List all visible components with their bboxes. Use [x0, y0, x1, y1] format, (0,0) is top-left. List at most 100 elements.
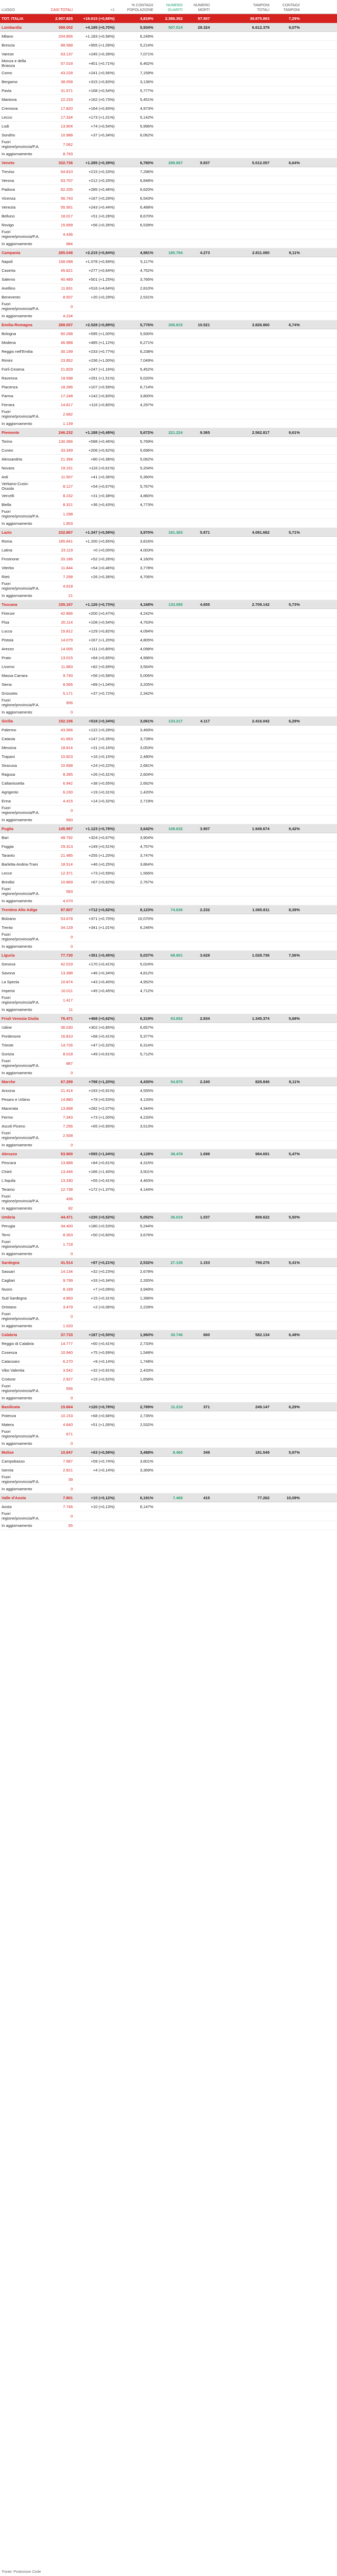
cell-deaths [184, 1031, 211, 1041]
cell-deaths [184, 292, 211, 302]
cell-tamponi-pct [271, 1411, 301, 1420]
cell-deaths [184, 1239, 211, 1249]
cell-new: +516 (+4,64%) [74, 283, 116, 293]
cell-spacer [211, 436, 241, 446]
cell-spacer-2 [301, 1302, 337, 1312]
cell-spacer [211, 193, 241, 203]
cell-deaths [184, 1393, 211, 1402]
province-row: Genova 42.019 +170 (+0,41%) 5,024% [0, 959, 337, 969]
cell-new: +291 (+1,51%) [74, 373, 116, 383]
cell-spacer [211, 1339, 241, 1348]
region-row: Piemonte 246.232 +1.188 (+0,48%) 5,672% 221.… [0, 428, 337, 437]
cell-tamponi-tot [241, 1484, 271, 1493]
cell-tamponi-pct [271, 1429, 301, 1439]
cell-tamponi-tot [241, 185, 271, 194]
province-row: Fuori regione/provincia/P.A. 583 [0, 886, 337, 896]
province-row: Crotone 2.927 +15 (+0,52%) 1,658% [0, 1374, 337, 1384]
cell-spacer-2 [301, 211, 337, 221]
region-row: Lombardia 599.002 +4.195 (+0,70%) 5,934% 507… [0, 22, 337, 32]
cell-spacer-2 [301, 409, 337, 419]
cell-tamponi-tot [241, 554, 271, 564]
cell-tamponi-tot: 1.065.811 [241, 905, 271, 914]
cell-tamponi-pct [271, 1058, 301, 1068]
cell-healed [155, 1293, 184, 1303]
cell-pct [116, 149, 155, 158]
cell-pct: 2,789% [116, 1402, 155, 1411]
cell-spacer [211, 1484, 241, 1493]
cell-tamponi-tot [241, 959, 271, 969]
cell-spacer-2 [301, 400, 337, 409]
cell-place: Ragusa [0, 769, 42, 779]
cell-new: +37 (+0,34%) [74, 130, 116, 140]
cell-spacer [211, 419, 241, 428]
cell-place: Crotone [0, 1374, 42, 1384]
cell-pct [116, 805, 155, 815]
cell-spacer-2 [301, 1149, 337, 1158]
cell-spacer [211, 688, 241, 698]
cell-tamponi-pct [271, 1339, 301, 1348]
cell-deaths [184, 1293, 211, 1303]
cell-deaths [184, 266, 211, 275]
cell-spacer [211, 886, 241, 896]
cell-place: In aggiornamento [0, 1068, 42, 1077]
cell-pct: 3,053% [116, 743, 155, 752]
cell-spacer [211, 850, 241, 860]
province-row: Belluno 18.017 +51 (+0,28%) 8,670% [0, 211, 337, 221]
region-row: Sardegna 41.514 +87 (+0,21%) 2,532% 27.135 1.… [0, 1258, 337, 1267]
cell-cases: 1.903 [42, 519, 74, 528]
province-row: Savona 13.398 +46 (+0,34%) 4,812% [0, 968, 337, 978]
cell-tamponi-pct [271, 787, 301, 797]
cell-pct: 4,160% [116, 554, 155, 564]
cell-spacer [211, 1284, 241, 1294]
cell-spacer-2 [301, 796, 337, 806]
province-row: Nuoro 8.189 +7 (+0,09%) 3,949% [0, 1284, 337, 1294]
cell-place: Fuori regione/provincia/P.A. [0, 1058, 42, 1068]
cell-new [74, 1484, 116, 1493]
header-place: LUOGO [0, 0, 42, 14]
cell-spacer [211, 868, 241, 878]
cell-tamponi-pct [271, 761, 301, 770]
cell-pct: 3,601% [116, 1456, 155, 1466]
province-row: Verbano-Cusio-Ossola 8.127 +54 (+0,67%) 5,7… [0, 481, 337, 491]
cell-place: Fuori regione/provincia/P.A. [0, 886, 42, 896]
cell-new: +193 (+0,91%) [74, 1086, 116, 1095]
cell-place: Veneto [0, 158, 42, 167]
cell-pct: 4,763% [116, 617, 155, 627]
cell-spacer-2 [301, 752, 337, 761]
cell-spacer [211, 1275, 241, 1285]
cell-pct: 4,315% [116, 1158, 155, 1167]
province-row: Oristano 3.479 +2 (+0,06%) 2,228% [0, 1302, 337, 1312]
cell-spacer-2 [301, 725, 337, 734]
cell-deaths [184, 121, 211, 131]
province-row: Pordenone 16.810 +68 (+0,41%) 5,377% [0, 1031, 337, 1041]
cell-spacer-2 [301, 986, 337, 995]
cell-tamponi-tot [241, 1356, 271, 1366]
cell-spacer-2 [301, 311, 337, 320]
cell-deaths [184, 1284, 211, 1294]
cell-place: Matera [0, 1420, 42, 1429]
cell-spacer [211, 905, 241, 914]
cell-healed: 133.217 [155, 716, 184, 726]
cell-healed [155, 1267, 184, 1276]
cell-pct [116, 591, 155, 600]
cell-place: Fuori regione/provincia/P.A. [0, 1511, 42, 1521]
cell-cases: 19.151 [42, 463, 74, 473]
cell-healed: 298.667 [155, 158, 184, 167]
cell-place: Rimini [0, 355, 42, 365]
cell-spacer [211, 158, 241, 167]
cell-healed [155, 644, 184, 653]
cell-pct: 5,930% [116, 329, 155, 338]
cell-tamponi-pct [271, 1302, 301, 1312]
cell-healed [155, 1058, 184, 1068]
cell-new [74, 1511, 116, 1521]
province-row: Vicenza 56.743 +167 (+0,29%) 6,543% [0, 193, 337, 203]
cell-new: +46 (+0,34%) [74, 968, 116, 978]
cell-pct: 6,246% [116, 923, 155, 932]
cell-tamponi-tot [241, 1302, 271, 1312]
cell-cases: 145.997 [42, 824, 74, 833]
cell-pct: 5,142% [116, 112, 155, 122]
province-row: Sassari 14.134 +32 (+0,23%) 2,678% [0, 1267, 337, 1276]
cell-tamponi-tot [241, 1176, 271, 1185]
cell-deaths: 349 [184, 1447, 211, 1457]
cell-pct: 3,816% [116, 536, 155, 546]
